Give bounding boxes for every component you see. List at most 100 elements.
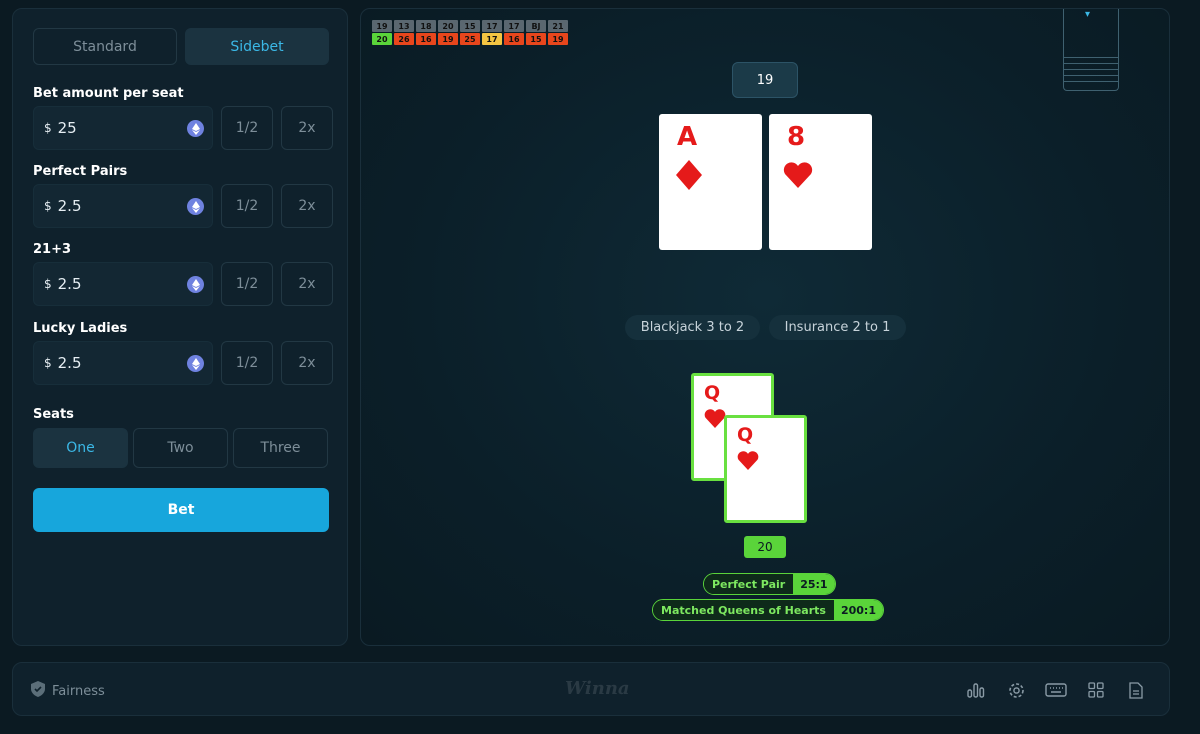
player-score: 20: [744, 536, 786, 558]
history-column: 19 20: [372, 20, 392, 45]
dealer-card: 8: [769, 114, 872, 250]
lucky-ladies-win-badge: Matched Queens of Hearts 200:1: [652, 599, 884, 621]
history-player-score: 16: [504, 33, 524, 45]
perfect-pairs-row: $ 2.5 1/2 2x: [33, 184, 333, 228]
twentyone-plus-three-label: 21+3: [33, 242, 72, 257]
eth-icon: [187, 276, 204, 293]
footer-icons: [965, 680, 1147, 700]
perfect-pairs-label: Perfect Pairs: [33, 164, 128, 179]
history-column: 18 16: [416, 20, 436, 45]
perfect-pairs-value: 2.5: [57, 197, 82, 215]
history-dealer-score: 15: [460, 20, 480, 32]
bet-amount-value: 25: [57, 119, 77, 137]
shoe-mark-icon: ▾: [1085, 9, 1091, 20]
card-rank: Q: [737, 424, 754, 446]
dollar-sign: $: [44, 121, 52, 135]
twentyone-plus-three-double-button[interactable]: 2x: [281, 262, 333, 306]
history-dealer-score: 18: [416, 20, 436, 32]
history-column: 17 17: [482, 20, 502, 45]
dollar-sign: $: [44, 199, 52, 213]
twentyone-plus-three-value: 2.5: [57, 275, 82, 293]
settings-icon[interactable]: [1005, 680, 1027, 700]
history-dealer-score: 19: [372, 20, 392, 32]
history-dealer-score: 21: [548, 20, 568, 32]
twentyone-plus-three-row: $ 2.5 1/2 2x: [33, 262, 333, 306]
history-column: 15 25: [460, 20, 480, 45]
history-player-score: 16: [416, 33, 436, 45]
perfect-pairs-input[interactable]: $ 2.5: [33, 184, 213, 228]
bet-button[interactable]: Bet: [33, 488, 329, 532]
dollar-sign: $: [44, 356, 52, 370]
grid-icon[interactable]: [1085, 680, 1107, 700]
round-history: 19 20 13 26 18 16 20 19 15 25 17 17 17 16 BJ 15 21 19: [372, 20, 568, 45]
blackjack-payout-pill: Blackjack 3 to 2: [625, 315, 760, 340]
perfect-pairs-half-button[interactable]: 1/2: [221, 184, 273, 228]
heart-icon: [737, 451, 759, 474]
bet-amount-input[interactable]: $ 25: [33, 106, 213, 150]
dealer-score: 19: [732, 62, 798, 98]
card-rank: A: [677, 122, 698, 152]
stats-icon[interactable]: [965, 680, 987, 700]
history-dealer-score: 17: [504, 20, 524, 32]
lucky-ladies-input[interactable]: $ 2.5: [33, 341, 213, 385]
heart-icon: [704, 409, 726, 432]
eth-icon: [187, 120, 204, 137]
history-dealer-score: 20: [438, 20, 458, 32]
seats-selector: One Two Three: [33, 428, 328, 468]
document-icon[interactable]: [1125, 680, 1147, 700]
lucky-ladies-row: $ 2.5 1/2 2x: [33, 341, 333, 385]
footer-bar: Fairness Winna: [12, 662, 1170, 716]
bet-panel: Standard Sidebet Bet amount per seat $ 2…: [12, 8, 348, 646]
history-player-score: 17: [482, 33, 502, 45]
eth-icon: [187, 198, 204, 215]
win-label: Perfect Pair: [704, 574, 794, 594]
history-column: 17 16: [504, 20, 524, 45]
perfect-pairs-double-button[interactable]: 2x: [281, 184, 333, 228]
history-column: 21 19: [548, 20, 568, 45]
mode-tabs: Standard Sidebet: [33, 28, 329, 65]
shield-icon: [31, 681, 45, 701]
history-dealer-score: BJ: [526, 20, 546, 32]
history-column: 20 19: [438, 20, 458, 45]
insurance-payout-pill: Insurance 2 to 1: [769, 315, 906, 340]
fairness-label: Fairness: [52, 683, 105, 699]
history-player-score: 25: [460, 33, 480, 45]
history-player-score: 19: [438, 33, 458, 45]
fairness-link[interactable]: Fairness: [31, 681, 105, 701]
lucky-ladies-value: 2.5: [57, 354, 82, 372]
history-dealer-score: 13: [394, 20, 414, 32]
game-table: 19 20 13 26 18 16 20 19 15 25 17 17 17 16 BJ 15 21 19 ▾ 1…: [360, 8, 1170, 646]
diamond-icon: [676, 160, 702, 194]
card-rank: Q: [704, 382, 721, 404]
win-label: Matched Queens of Hearts: [653, 600, 834, 620]
history-column: 13 26: [394, 20, 414, 45]
twentyone-plus-three-input[interactable]: $ 2.5: [33, 262, 213, 306]
tab-standard[interactable]: Standard: [33, 28, 177, 65]
player-card: Q: [724, 415, 807, 523]
heart-icon: [783, 162, 813, 192]
win-odds: 25:1: [793, 574, 835, 594]
bet-amount-row: $ 25 1/2 2x: [33, 106, 333, 150]
seat-two-button[interactable]: Two: [133, 428, 228, 468]
bet-double-button[interactable]: 2x: [281, 106, 333, 150]
history-player-score: 15: [526, 33, 546, 45]
lucky-ladies-label: Lucky Ladies: [33, 321, 128, 336]
history-column: BJ 15: [526, 20, 546, 45]
lucky-ladies-double-button[interactable]: 2x: [281, 341, 333, 385]
history-player-score: 19: [548, 33, 568, 45]
perfect-pair-win-badge: Perfect Pair 25:1: [703, 573, 836, 595]
seats-label: Seats: [33, 407, 74, 422]
history-dealer-score: 17: [482, 20, 502, 32]
keyboard-icon[interactable]: [1045, 680, 1067, 700]
seat-one-button[interactable]: One: [33, 428, 128, 468]
bet-amount-label: Bet amount per seat: [33, 86, 184, 101]
seat-three-button[interactable]: Three: [233, 428, 328, 468]
twentyone-plus-three-half-button[interactable]: 1/2: [221, 262, 273, 306]
card-rank: 8: [787, 122, 806, 152]
bet-half-button[interactable]: 1/2: [221, 106, 273, 150]
card-shoe: ▾: [1063, 9, 1119, 91]
dollar-sign: $: [44, 277, 52, 291]
tab-sidebet[interactable]: Sidebet: [185, 28, 329, 65]
history-player-score: 26: [394, 33, 414, 45]
lucky-ladies-half-button[interactable]: 1/2: [221, 341, 273, 385]
